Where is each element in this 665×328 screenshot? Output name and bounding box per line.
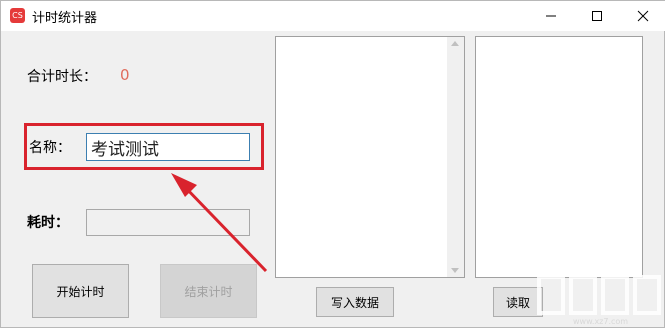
watermark-text: www.xz7.com: [573, 317, 629, 326]
app-window: CS 计时统计器 合计时长： 0 名称： 耗时： 开始计时 结束计时 写入数据 …: [0, 0, 665, 328]
